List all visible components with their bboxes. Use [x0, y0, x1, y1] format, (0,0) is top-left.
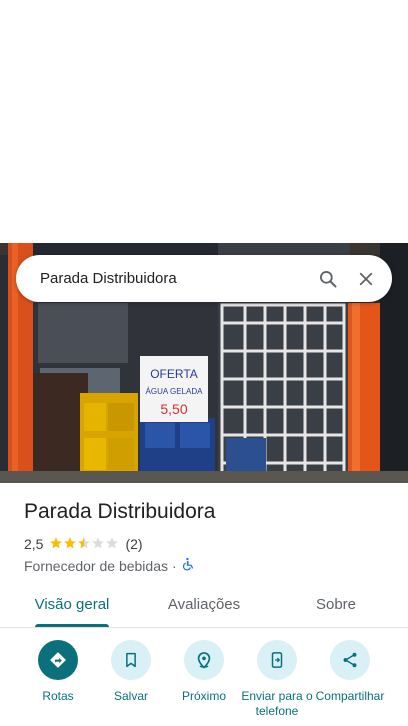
share-icon — [330, 640, 370, 680]
star-icon — [49, 536, 63, 552]
share-label: Compartilhar — [315, 689, 385, 703]
sign-line-3: 5,50 — [160, 401, 187, 417]
nearby-button[interactable]: Próximo — [164, 640, 244, 704]
search-bar[interactable]: Parada Distribuidora — [16, 255, 392, 302]
separator-dot: · — [172, 557, 177, 574]
send-to-phone-icon — [257, 640, 297, 680]
nearby-icon — [184, 640, 224, 680]
star-icon — [63, 536, 77, 552]
directions-label: Rotas — [42, 689, 74, 703]
save-label: Salvar — [113, 689, 148, 703]
place-title: Parada Distribuidora — [24, 500, 216, 523]
tab-overview[interactable]: Visão geral — [22, 582, 122, 627]
action-bar: Rotas Salvar Próximo Enviar para o telef… — [0, 640, 408, 726]
share-button[interactable]: Compartilhar — [310, 640, 390, 704]
wheelchair-accessible-icon — [181, 557, 195, 574]
active-tab-indicator — [35, 624, 109, 627]
review-count: (2) — [125, 536, 143, 552]
category-row: Fornecedor de bebidas · — [24, 557, 195, 574]
search-input[interactable]: Parada Distribuidora — [40, 270, 302, 287]
search-icon[interactable] — [316, 267, 340, 291]
place-category: Fornecedor de bebidas — [24, 557, 168, 574]
send-to-phone-label: Enviar para o telefone — [241, 689, 313, 718]
sign-line-1: OFERTA — [150, 367, 198, 381]
directions-button[interactable]: Rotas — [18, 640, 98, 704]
send-to-phone-button[interactable]: Enviar para o telefone — [237, 640, 317, 719]
sign-line-2: ÁGUA GELADA — [146, 387, 204, 396]
tab-reviews[interactable]: Avaliações — [150, 582, 258, 627]
star-half-icon — [77, 536, 91, 552]
rating-row[interactable]: 2,5 (2) — [24, 536, 143, 552]
directions-icon — [38, 640, 78, 680]
tab-bar: Visão geral Avaliações Sobre — [0, 582, 408, 628]
rating-value: 2,5 — [24, 536, 44, 552]
tab-about[interactable]: Sobre — [296, 582, 376, 627]
star-rating — [49, 536, 119, 552]
star-empty-icon — [105, 536, 119, 552]
close-icon[interactable] — [354, 267, 378, 291]
save-button[interactable]: Salvar — [91, 640, 171, 704]
nearby-label: Próximo — [181, 689, 226, 703]
bookmark-icon — [111, 640, 151, 680]
star-empty-icon — [91, 536, 105, 552]
